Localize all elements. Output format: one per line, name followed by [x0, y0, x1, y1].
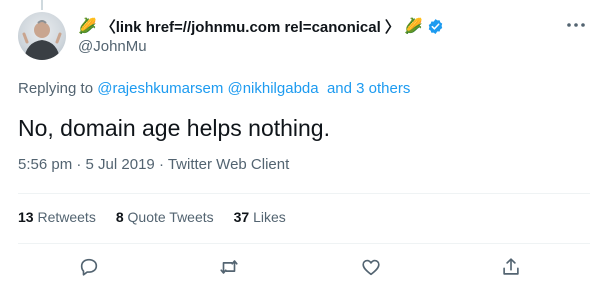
tweet-client[interactable]: Twitter Web Client [168, 156, 289, 173]
more-options-button[interactable] [566, 18, 586, 30]
tweet-text: No, domain age helps nothing. [18, 115, 330, 141]
tweet-meta: 5:56 pm · 5 Jul 2019 · Twitter Web Clien… [18, 156, 289, 173]
retweet-icon [220, 260, 238, 274]
quote-tweets-count: 8 [115, 209, 124, 225]
others-link[interactable]: and 3 others [327, 80, 410, 97]
avatar-image [22, 20, 62, 60]
mention-link[interactable]: @rajeshkumarsem [97, 80, 223, 97]
divider [18, 193, 590, 194]
quote-tweets-label: Quote Tweets [123, 209, 214, 225]
divider [18, 243, 590, 244]
author-display-name[interactable]: 〈link href=//johnmu.com rel=canonical 〉 [101, 16, 400, 37]
corn-emoji-icon: 🌽 [403, 18, 423, 35]
like-button[interactable] [360, 256, 382, 278]
tweet-date[interactable]: 5 Jul 2019 [86, 156, 155, 173]
author-name-row[interactable]: 🌽 〈link href=//johnmu.com rel=canonical … [78, 16, 444, 37]
reply-button[interactable] [78, 256, 100, 278]
avatar[interactable] [18, 12, 66, 60]
reply-icon [80, 258, 98, 276]
verified-badge-icon [428, 19, 442, 34]
thread-connector-line [41, 0, 43, 10]
meta-separator: · [154, 156, 168, 173]
likes-label: Likes [249, 209, 286, 225]
likes-stat[interactable]: 37 Likes [234, 209, 286, 225]
share-icon [503, 258, 519, 275]
engagement-stats: 13 Retweets 8 Quote Tweets 37 Likes [18, 209, 286, 225]
retweets-label: Retweets [33, 209, 96, 225]
tweet-time[interactable]: 5:56 pm [18, 156, 72, 173]
corn-emoji-icon: 🌽 [78, 18, 97, 35]
share-button[interactable] [500, 256, 522, 278]
author-handle[interactable]: @JohnMu [78, 38, 147, 55]
more-icon [567, 23, 585, 27]
retweet-button[interactable] [218, 256, 240, 278]
retweets-count: 13 [18, 209, 34, 225]
likes-count: 37 [233, 209, 250, 225]
mention-link[interactable]: @nikhilgabda [227, 80, 318, 97]
heart-icon [362, 259, 380, 276]
meta-separator: · [72, 156, 86, 173]
quote-tweets-stat[interactable]: 8 Quote Tweets [116, 209, 214, 225]
replying-to-prefix: Replying to [18, 80, 98, 97]
replying-to-line: Replying to @rajeshkumarsem @nikhilgabda… [18, 80, 410, 97]
action-bar [0, 256, 608, 278]
retweets-stat[interactable]: 13 Retweets [18, 209, 96, 225]
